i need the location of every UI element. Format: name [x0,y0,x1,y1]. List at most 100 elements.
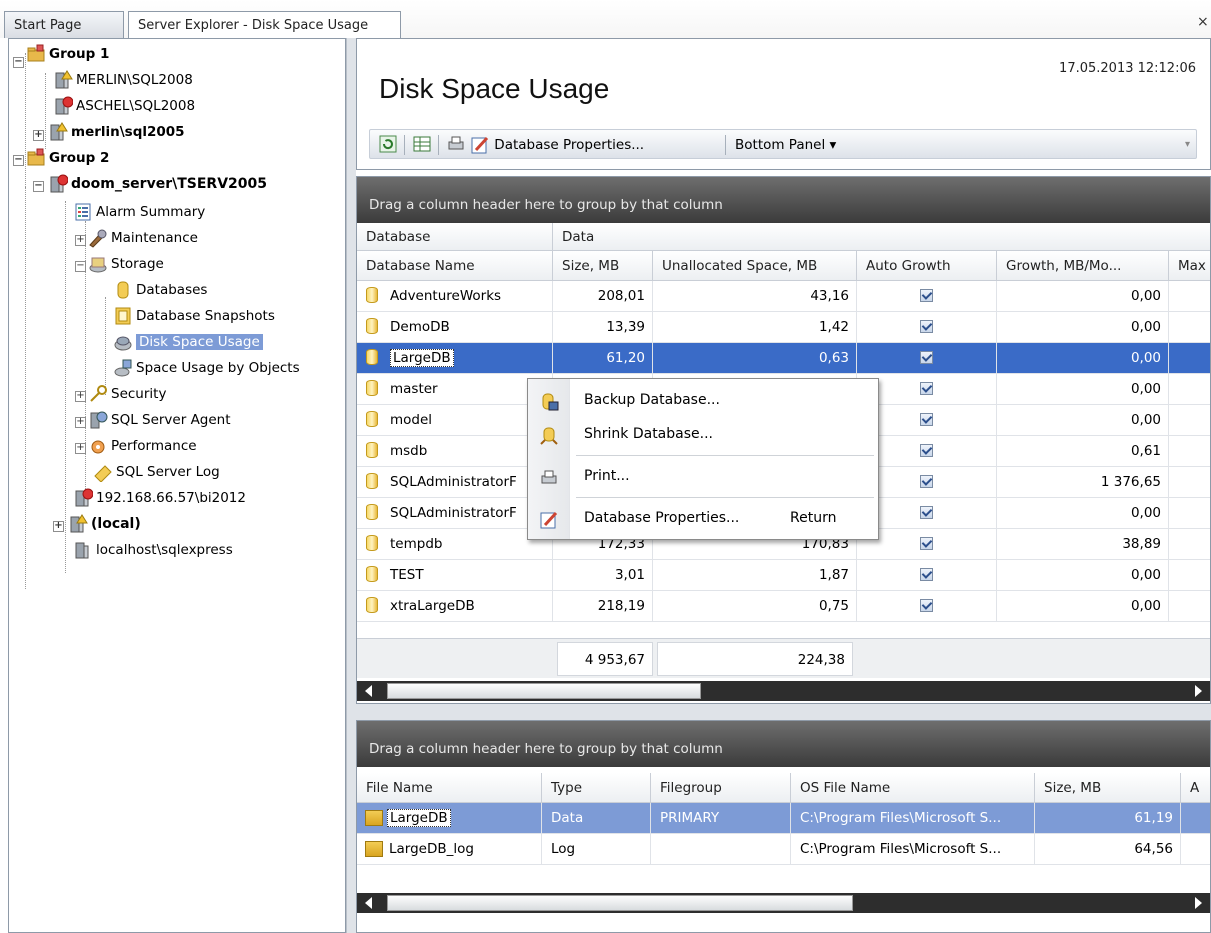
tab-server-explorer[interactable]: Server Explorer - Disk Space Usage [128,11,401,39]
max-cell [1169,405,1210,436]
edit-properties-icon [471,136,489,154]
bottom-panel-dropdown[interactable]: Bottom Panel ▾ [735,134,836,156]
unalloc-cell: 1,87 [653,560,857,591]
max-cell [1169,281,1210,312]
auto-growth-checkbox[interactable] [920,536,933,550]
tree-node-security[interactable]: + Security [75,383,166,409]
disk-space-icon [113,332,133,352]
tree-node-local[interactable]: + (local) [53,513,141,539]
toolbar-overflow-icon[interactable]: ▾ [1185,134,1190,156]
auto-growth-checkbox[interactable] [920,443,933,457]
database-icon [366,597,378,613]
group-by-area[interactable]: Drag a column header here to group by th… [357,177,1210,223]
tree-node-sql-server-log[interactable]: SQL Server Log [93,461,220,487]
growth-cell: 0,00 [997,591,1169,622]
menu-item-shrink[interactable]: Shrink Database... [528,417,878,451]
panel-splitter[interactable] [346,38,356,933]
total-size: 4 953,67 [557,642,653,676]
tree-node-group1[interactable]: − Group 1 [13,43,109,69]
database-name-cell: SQLAdministratorF [357,498,553,529]
tree-node-doom-server[interactable]: − doom_server\TSERV2005 [33,173,267,199]
tree-node-space-usage-by-objects[interactable]: Space Usage by Objects [113,357,300,383]
table-row[interactable]: AdventureWorks 208,01 43,16 0,00 [357,281,1210,312]
auto-growth-checkbox[interactable] [920,412,933,426]
col-file-name[interactable]: File Name [357,773,542,803]
tree-node-merlin-sql2008[interactable]: MERLIN\SQL2008 [53,69,193,95]
database-properties-button[interactable]: Database Properties... [470,134,644,156]
tree-node-aschel-sql2008[interactable]: ASCHEL\SQL2008 [53,95,195,121]
file-os-cell: C:\Program Files\Microsoft S... [791,803,1035,834]
maintenance-icon [88,228,108,248]
scroll-right-icon[interactable] [1195,897,1202,909]
col-filegroup[interactable]: Filegroup [651,773,791,803]
database-icon [366,473,378,489]
auto-growth-checkbox[interactable] [920,319,933,333]
menu-item-backup[interactable]: Backup Database... [528,383,878,417]
col-type[interactable]: Type [542,773,651,803]
database-icon [366,504,378,520]
menu-item-database-properties[interactable]: Database Properties... Return [528,501,878,535]
table-row[interactable]: TEST 3,01 1,87 0,00 [357,560,1210,591]
scrollbar-thumb[interactable] [387,895,853,911]
tree-node-maintenance[interactable]: + Maintenance [75,227,198,253]
close-tab-icon[interactable]: × [1197,14,1211,30]
auto-growth-checkbox[interactable] [920,505,933,519]
files-horizontal-scrollbar[interactable] [357,893,1210,913]
print-button[interactable] [446,134,466,156]
horizontal-splitter[interactable] [356,704,1211,720]
auto-growth-checkbox[interactable] [920,350,933,364]
band-database[interactable]: Database [357,223,553,251]
auto-growth-checkbox[interactable] [920,288,933,302]
toolbar: Database Properties... Bottom Panel ▾ ▾ [369,129,1197,159]
tab-start-page[interactable]: Start Page [4,11,124,38]
tree-node-storage[interactable]: − Storage [75,253,164,279]
tree-node-group2[interactable]: − Group 2 [13,147,109,173]
tree-node-localhost-sqlexpress[interactable]: localhost\sqlexpress [73,539,233,565]
growth-cell: 0,00 [997,560,1169,591]
tree-node-database-snapshots[interactable]: Database Snapshots [113,305,275,331]
col-os-file-name[interactable]: OS File Name [791,773,1035,803]
key-icon [88,384,108,404]
auto-growth-checkbox[interactable] [920,381,933,395]
log-icon [93,462,113,483]
auto-growth-checkbox[interactable] [920,598,933,612]
horizontal-scrollbar[interactable] [357,681,1210,701]
col-file-size[interactable]: Size, MB [1035,773,1181,803]
tree-node-bi2012[interactable]: 192.168.66.57\bi2012 [73,487,246,513]
col-growth[interactable]: Growth, MB/Mo... [997,251,1169,281]
auto-growth-checkbox[interactable] [920,567,933,581]
col-max[interactable]: Max [1169,251,1210,281]
col-database-name[interactable]: Database Name [357,251,553,281]
growth-cell: 0,00 [997,312,1169,343]
scrollbar-thumb[interactable] [387,683,701,699]
col-auto-growth[interactable]: Auto Growth [857,251,997,281]
tree-node-databases[interactable]: Databases [113,279,207,305]
tree-node-alarm-summary[interactable]: Alarm Summary [73,201,205,227]
files-group-by-area[interactable]: Drag a column header here to group by th… [357,721,1210,767]
tree-node-sql-server-agent[interactable]: + SQL Server Agent [75,409,231,435]
refresh-button[interactable] [378,134,398,156]
auto-growth-checkbox-cell [857,312,997,343]
total-unallocated: 224,38 [657,642,853,676]
size-cell: 13,39 [553,312,653,343]
file-row[interactable]: LargeDB_log Log C:\Program Files\Microso… [357,834,1210,865]
table-row[interactable]: LargeDB 61,20 0,63 0,00 [357,343,1210,374]
max-cell [1169,529,1210,560]
auto-growth-checkbox[interactable] [920,474,933,488]
col-a[interactable]: A [1181,773,1210,803]
tree-node-performance[interactable]: + Performance [75,435,197,461]
table-row[interactable]: DemoDB 13,39 1,42 0,00 [357,312,1210,343]
scroll-left-icon[interactable] [365,897,372,909]
scroll-left-icon[interactable] [365,685,372,697]
file-row[interactable]: LargeDB Data PRIMARY C:\Program Files\Mi… [357,803,1210,834]
table-row[interactable]: xtraLargeDB 218,19 0,75 0,00 [357,591,1210,622]
band-data[interactable]: Data [553,223,1210,251]
scroll-right-icon[interactable] [1195,685,1202,697]
col-size[interactable]: Size, MB [553,251,653,281]
printer-icon [539,467,559,487]
grid-view-button[interactable] [412,134,432,156]
tree-node-disk-space-usage[interactable]: Disk Space Usage [113,331,263,357]
col-unallocated[interactable]: Unallocated Space, MB [653,251,857,281]
menu-item-print[interactable]: Print... [528,459,878,493]
tree-node-merlin-sql2005[interactable]: + merlin\sql2005 [33,121,185,147]
